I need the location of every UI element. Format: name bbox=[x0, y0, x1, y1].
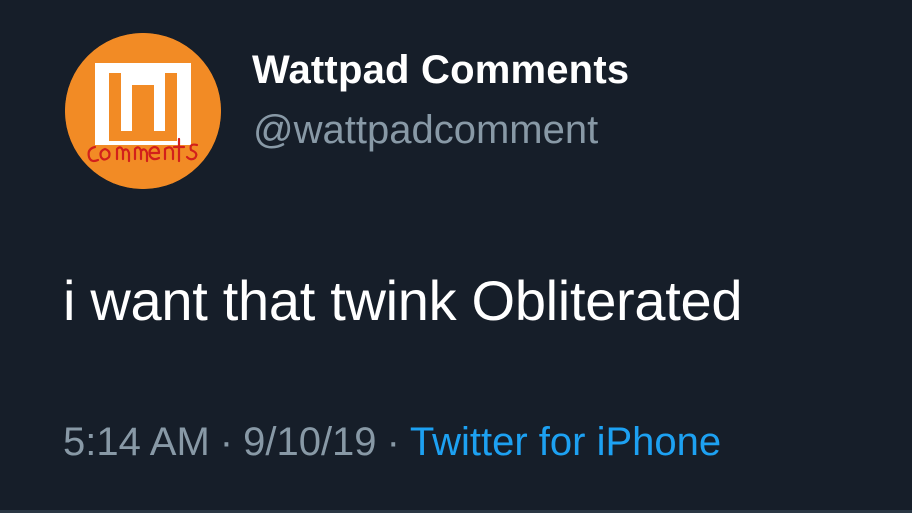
tweet-card: Wattpad Comments @wattpadcomment i want … bbox=[0, 0, 912, 513]
separator: · bbox=[386, 420, 400, 464]
tweet-text: i want that twink Obliterated bbox=[63, 269, 743, 332]
tweet-time[interactable]: 5:14 AM bbox=[63, 420, 210, 464]
avatar[interactable] bbox=[65, 33, 221, 189]
wattpad-comments-logo-icon bbox=[65, 33, 221, 189]
separator: · bbox=[219, 420, 234, 464]
user-handle[interactable]: @wattpadcomment bbox=[253, 108, 598, 153]
tweet-metadata: 5:14 AM · 9/10/19 · Twitter for iPhone bbox=[63, 420, 721, 465]
tweet-date[interactable]: 9/10/19 bbox=[243, 420, 376, 464]
tweet-source-link[interactable]: Twitter for iPhone bbox=[410, 420, 721, 464]
display-name[interactable]: Wattpad Comments bbox=[252, 48, 629, 93]
